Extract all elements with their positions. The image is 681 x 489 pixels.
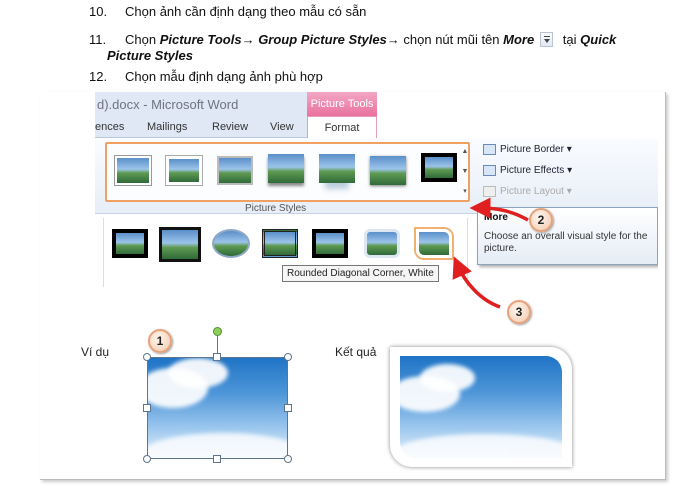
step-text-pre: Chọn: [125, 32, 160, 47]
style-thumbnail[interactable]: [311, 228, 349, 259]
picture-border-button[interactable]: Picture Border ▾: [483, 144, 572, 155]
step-bold-picture-styles: Picture Styles: [107, 48, 193, 63]
step-11-cont: Picture Styles: [107, 48, 193, 64]
more-dropdown-icon: [540, 32, 554, 47]
more-button-icon[interactable]: ▾: [460, 182, 470, 202]
result-label: Kết quả: [335, 345, 377, 359]
tab-references[interactable]: ences: [95, 121, 124, 133]
scroll-down-icon[interactable]: ▼: [460, 162, 470, 182]
style-thumbnail[interactable]: [217, 156, 253, 185]
scroll-up-icon[interactable]: ▲: [460, 142, 470, 162]
step-arrow: →: [386, 32, 400, 47]
step-bold-quick: Quick: [580, 32, 617, 47]
style-thumbnail-hovered[interactable]: [416, 229, 452, 258]
border-icon: [483, 144, 496, 155]
result-sky-picture: [400, 356, 562, 458]
cloud: [168, 358, 228, 388]
resize-handle-icon[interactable]: [213, 353, 221, 361]
resize-handle-icon[interactable]: [284, 404, 292, 412]
resize-handle-icon[interactable]: [213, 455, 221, 463]
callout-1: 1: [148, 329, 172, 353]
cloud: [400, 434, 562, 458]
tooltip-description: Choose an overall visual style for the p…: [484, 231, 648, 254]
resize-handle-icon[interactable]: [143, 404, 151, 412]
context-tab-picture-tools[interactable]: Picture Tools: [307, 92, 377, 116]
selected-sky-picture[interactable]: [147, 357, 288, 459]
step-number: 12.: [89, 69, 108, 84]
step-text: Chọn mẫu định dạng ảnh phù hợp: [125, 69, 323, 84]
style-thumbnail[interactable]: [111, 228, 149, 259]
effects-icon: [483, 165, 496, 176]
style-thumbnail[interactable]: [364, 229, 400, 258]
example-label: Ví dụ: [81, 345, 110, 359]
tab-format[interactable]: Format: [307, 116, 377, 139]
step-bold-more: More: [503, 32, 535, 47]
style-thumbnail[interactable]: [370, 156, 406, 185]
picture-border-label: Picture Border ▾: [500, 144, 572, 155]
picture-effects-label: Picture Effects ▾: [500, 165, 573, 176]
step-number: 10.: [89, 4, 108, 19]
style-thumbnail[interactable]: [115, 156, 151, 185]
style-thumbnail[interactable]: [268, 154, 304, 183]
word-ribbon-screenshot: d).docx - Microsoft Word Picture Tools e…: [95, 92, 658, 287]
resize-handle-icon[interactable]: [284, 455, 292, 463]
ribbon-body: ▲ ▼ ▾ Picture Styles Picture Border ▾ Pi…: [95, 138, 658, 214]
gallery-scroll[interactable]: ▲ ▼ ▾: [460, 142, 470, 202]
style-thumbnail-selected[interactable]: [420, 152, 458, 183]
step-10: 10. Chọn ảnh cần định dạng theo mẫu có sẵ…: [89, 4, 366, 20]
step-bold-picture-tools: Picture Tools: [159, 32, 242, 47]
group-label: Picture Styles: [245, 203, 307, 214]
tab-review[interactable]: Review: [212, 121, 248, 133]
picture-effects-button[interactable]: Picture Effects ▾: [483, 165, 572, 176]
tab-view[interactable]: View: [270, 121, 294, 133]
picture-layout-button: Picture Layout ▾: [483, 186, 572, 197]
step-arrow: →: [241, 32, 255, 47]
style-thumbnail[interactable]: [166, 156, 202, 185]
resize-handle-icon[interactable]: [143, 353, 151, 361]
style-thumbnail-oval[interactable]: [212, 229, 250, 258]
style-thumbnail[interactable]: [162, 230, 198, 259]
picture-layout-label: Picture Layout ▾: [500, 186, 572, 197]
resize-handle-icon[interactable]: [143, 455, 151, 463]
layout-icon: [483, 186, 496, 197]
style-thumbnail[interactable]: [262, 229, 298, 258]
tab-mailings[interactable]: Mailings: [147, 121, 187, 133]
style-name-tooltip: Rounded Diagonal Corner, White: [282, 265, 439, 282]
style-thumbnail[interactable]: [319, 154, 355, 183]
ribbon-tab-bar: ences Mailings Review View Format: [95, 116, 377, 139]
step-number: 11.: [89, 32, 107, 47]
screenshot-panel: d).docx - Microsoft Word Picture Tools e…: [40, 92, 666, 480]
rotate-handle-icon[interactable]: [213, 327, 222, 336]
cloud: [420, 364, 475, 392]
callout-2: 2: [529, 208, 553, 232]
step-bold-group: Group Picture Styles: [254, 32, 387, 47]
resize-handle-icon[interactable]: [284, 353, 292, 361]
step-12: 12. Chọn mẫu định dạng ảnh phù hợp: [89, 69, 323, 85]
step-11: 11. Chọn Picture Tools→ Group Picture Sty…: [89, 32, 616, 48]
step-text-mid: chọn nút mũi tên: [399, 32, 504, 47]
quick-styles-gallery: [105, 142, 470, 202]
callout-3: 3: [507, 300, 531, 324]
more-tooltip: More Choose an overall visual style for …: [477, 207, 658, 265]
step-text-post: tại: [559, 32, 581, 47]
step-text: Chọn ảnh cần định dạng theo mẫu có sẵn: [125, 4, 367, 19]
tooltip-title: More: [484, 212, 508, 223]
